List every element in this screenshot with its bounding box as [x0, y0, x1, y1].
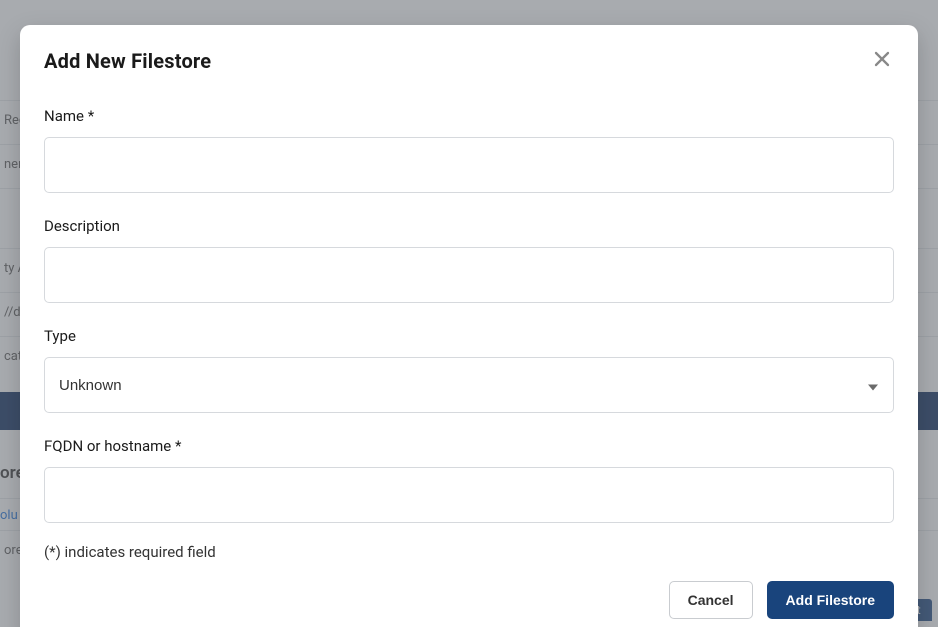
type-label: Type: [44, 327, 894, 345]
close-button[interactable]: [870, 49, 894, 73]
description-label: Description: [44, 217, 894, 235]
required-note: (*) indicates required field: [44, 543, 894, 561]
cancel-button[interactable]: Cancel: [669, 581, 753, 619]
add-filestore-button[interactable]: Add Filestore: [767, 581, 894, 619]
add-filestore-modal: Add New Filestore Name * Description Typ…: [20, 25, 918, 627]
fqdn-label: FQDN or hostname *: [44, 437, 894, 455]
name-input[interactable]: [44, 137, 894, 193]
modal-title: Add New Filestore: [44, 49, 211, 73]
fqdn-input[interactable]: [44, 467, 894, 523]
close-icon: [874, 51, 890, 71]
description-input[interactable]: [44, 247, 894, 303]
name-label: Name *: [44, 107, 894, 125]
type-select[interactable]: Unknown: [44, 357, 894, 413]
